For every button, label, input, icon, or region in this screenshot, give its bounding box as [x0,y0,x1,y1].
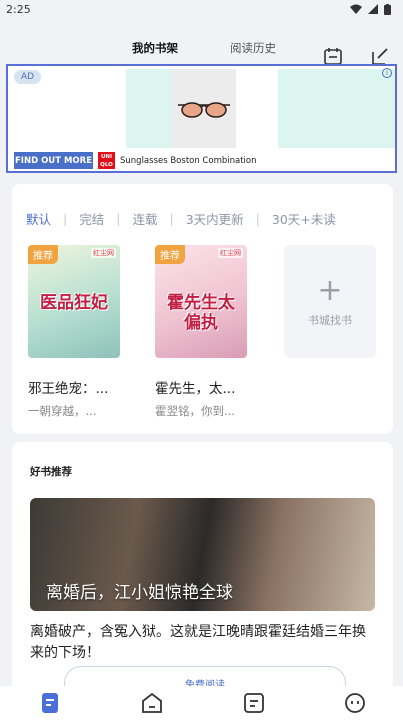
recommend-badge: 推荐 [155,245,185,264]
filter-divider: | [116,211,121,226]
signal-icon [368,4,378,14]
filter-unread-30-days[interactable]: 30天+未读 [272,209,336,228]
ad-info-icon[interactable]: i [382,68,392,78]
header: 我的书架 阅读历史 [0,30,403,66]
store-icon[interactable] [140,691,164,715]
recommend-card: 好书推荐 离婚后，江小姐惊艳全球 离婚破产，含冤入狱。这就是江晚晴跟霍廷结婚三年… [12,442,393,692]
sunglasses-icon [178,102,230,118]
plus-icon: + [317,272,343,308]
filter-divider: | [169,211,174,226]
filter-divider: | [63,211,68,226]
bookshelf-icon[interactable] [38,691,62,715]
tab-reading-history[interactable]: 阅读历史 [230,40,276,56]
book-item[interactable]: 推荐 红尘网 医品狂妃 邪王绝宠：... 一朝穿越，... [28,245,120,419]
ad-image-panel [126,69,172,148]
profile-icon[interactable] [343,691,367,715]
calendar-icon[interactable] [323,46,343,66]
filter-updated-3-days[interactable]: 3天内更新 [186,209,244,228]
book-cover[interactable]: 推荐 红尘网 医品狂妃 [28,245,120,358]
cover-title: 医品狂妃 [40,293,108,313]
edit-icon[interactable] [370,46,390,66]
filter-divider: | [255,211,260,226]
status-bar: 2:25 [0,0,403,18]
tab-bookshelf[interactable]: 我的书架 [132,40,178,56]
site-badge: 红尘网 [91,248,116,258]
filter-completed[interactable]: 完结 [79,209,104,228]
book-subtitle: 一朝穿越，... [28,404,97,418]
book-title: 邪王绝宠：... [28,381,109,397]
wifi-icon [350,4,362,14]
status-time: 2:25 [6,2,31,16]
battery-icon [384,3,391,15]
filter-serializing[interactable]: 连载 [132,209,157,228]
recommend-heading: 好书推荐 [30,466,72,478]
recommend-badge: 推荐 [28,245,58,264]
filter-bar: 默认 | 完结 | 连载 | 3天内更新 | 30天+未读 [26,209,386,228]
bookshelf-card: 默认 | 完结 | 连载 | 3天内更新 | 30天+未读 推荐 红尘网 医品狂… [12,184,393,434]
uniqlo-logo: UNI QLO [98,152,115,169]
ad-image-panel-right [278,69,395,148]
book-subtitle: 霍翌铭，你到... [155,404,235,418]
ad-description[interactable]: Sunglasses Boston Combination [120,156,257,166]
recommend-banner[interactable]: 离婚后，江小姐惊艳全球 [30,498,375,611]
find-books-button[interactable]: + 书城找书 [284,245,376,358]
find-books-label: 书城找书 [308,313,352,327]
site-badge: 红尘网 [218,248,243,258]
cover-title: 霍先生太偏执 [167,293,235,333]
book-title: 霍先生，太... [155,381,236,397]
filter-default[interactable]: 默认 [26,209,51,228]
banner-title: 离婚后，江小姐惊艳全球 [46,583,233,603]
find-out-more-button[interactable]: FIND OUT MORE [14,152,93,169]
ad-badge: AD [14,70,42,84]
recommend-description: 离婚破产，含冤入狱。这就是江晚晴跟霍廷结婚三年换来的下场！ [30,624,366,661]
book-item[interactable]: 推荐 红尘网 霍先生太偏执 霍先生，太... 霍翌铭，你到... [155,245,247,419]
book-cover[interactable]: 推荐 红尘网 霍先生太偏执 [155,245,247,358]
bottom-nav [0,686,403,720]
ad-product-image[interactable] [172,69,236,148]
ad-banner[interactable]: AD i FIND OUT MORE UNI QLO Sunglasses Bo… [6,64,397,173]
category-icon[interactable] [242,691,266,715]
